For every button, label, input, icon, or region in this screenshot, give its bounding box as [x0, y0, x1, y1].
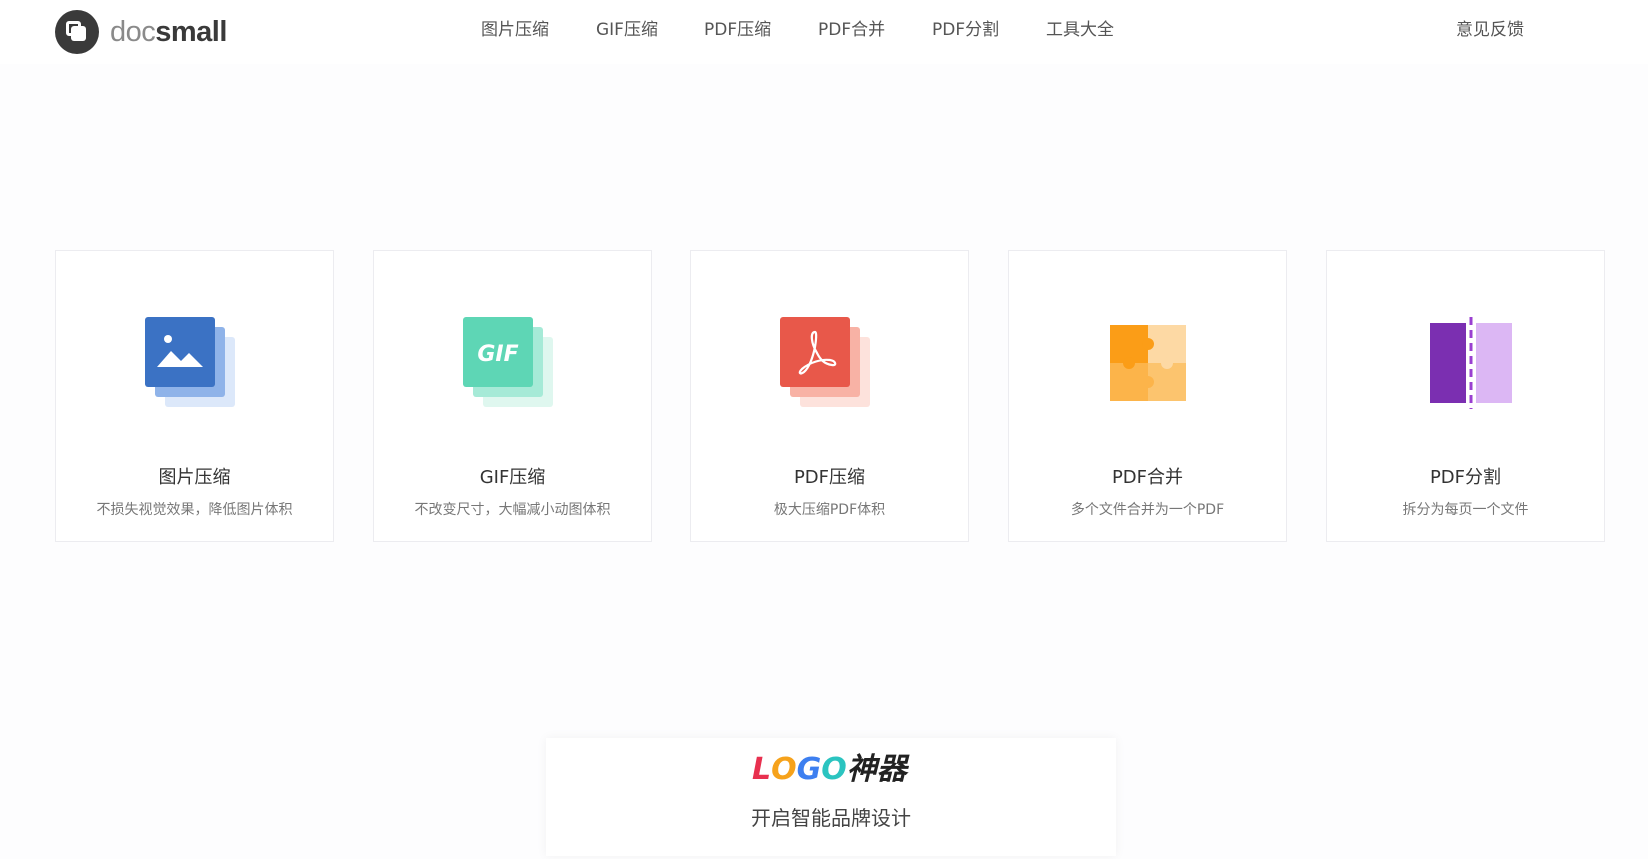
split-icon — [1430, 317, 1512, 409]
tool-title: PDF合并 — [1111, 467, 1184, 488]
wordmark-letter: G — [796, 752, 822, 787]
header: docsmall 图片压缩 GIF压缩 PDF压缩 PDF合并 PDF分割 工具… — [0, 0, 1648, 64]
nav-image-compress[interactable]: 图片压缩 — [481, 18, 549, 42]
brand-suffix: small — [155, 15, 227, 48]
brand-name: docsmall — [110, 16, 227, 49]
nav-pdf-compress[interactable]: PDF压缩 — [704, 18, 771, 42]
tool-description: 拆分为每页一个文件 — [1402, 502, 1529, 518]
tool-card-gif-compress[interactable]: GIF GIF压缩 不改变尺寸，大幅减小动图体积 — [373, 250, 652, 542]
brand-logo[interactable]: docsmall — [55, 10, 227, 54]
tool-description: 不改变尺寸，大幅减小动图体积 — [414, 502, 611, 518]
pdf-icon — [780, 317, 870, 407]
image-icon — [145, 317, 235, 407]
tool-card-image-compress[interactable]: 图片压缩 不损失视觉效果，降低图片体积 — [55, 250, 334, 542]
banner-subtitle: 开启智能品牌设计 — [751, 806, 911, 830]
docsmall-logo-icon — [55, 10, 99, 54]
tool-title: GIF压缩 — [479, 467, 546, 488]
tool-description: 不损失视觉效果，降低图片体积 — [96, 502, 293, 518]
nav-pdf-merge[interactable]: PDF合并 — [818, 18, 885, 42]
nav-feedback[interactable]: 意见反馈 — [1456, 18, 1524, 42]
nav-all-tools[interactable]: 工具大全 — [1046, 18, 1114, 42]
wordmark-letter: L — [752, 752, 772, 787]
tool-card-pdf-compress[interactable]: PDF压缩 极大压缩PDF体积 — [690, 250, 969, 542]
tool-description: 极大压缩PDF体积 — [773, 502, 886, 518]
tool-title: 图片压缩 — [158, 467, 231, 488]
logo-shenqi-banner[interactable]: L O G O 神器 开启智能品牌设计 — [546, 738, 1116, 856]
tool-card-pdf-split[interactable]: PDF分割 拆分为每页一个文件 — [1326, 250, 1605, 542]
brand-prefix: doc — [110, 15, 156, 48]
puzzle-icon — [1110, 325, 1186, 401]
nav-gif-compress[interactable]: GIF压缩 — [596, 18, 658, 42]
tool-description: 多个文件合并为一个PDF — [1070, 502, 1225, 518]
tool-title: PDF压缩 — [793, 467, 866, 488]
wordmark-text: 神器 — [846, 752, 907, 787]
nav-pdf-split[interactable]: PDF分割 — [932, 18, 999, 42]
gif-icon: GIF — [463, 317, 553, 407]
page: docsmall 图片压缩 GIF压缩 PDF压缩 PDF合并 PDF分割 工具… — [0, 0, 1648, 859]
wordmark-letter: O — [771, 752, 797, 787]
tool-title: PDF分割 — [1429, 467, 1502, 488]
svg-text:GIF: GIF — [477, 342, 518, 367]
tool-card-pdf-merge[interactable]: PDF合并 多个文件合并为一个PDF — [1008, 250, 1287, 542]
wordmark-letter: O — [821, 752, 847, 787]
logo-shenqi-wordmark: L O G O 神器 — [752, 752, 912, 788]
